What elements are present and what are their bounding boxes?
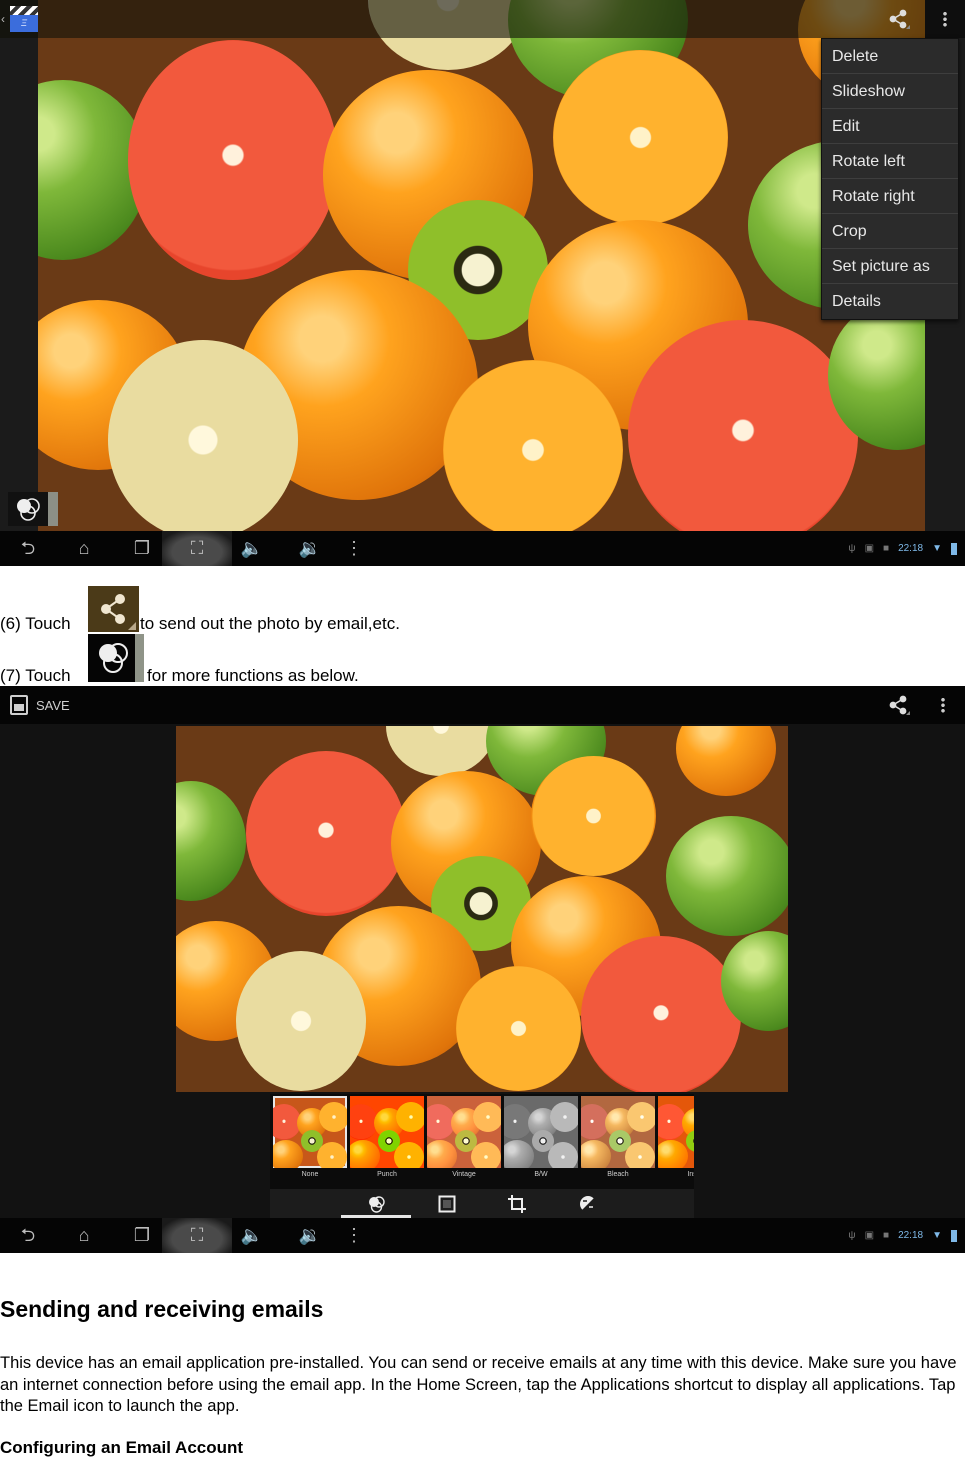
save-label: SAVE [36, 697, 70, 713]
left-margin [0, 38, 38, 531]
filter-effects-icon [17, 498, 40, 521]
filter-insta[interactable]: Insta [658, 1094, 694, 1189]
status-area[interactable]: ψ ▣ ■ 22:18 ▼ [848, 1218, 957, 1253]
battery-icon [951, 1229, 957, 1242]
caption-prefix: (7) Touch [0, 666, 71, 685]
filter-label: Punch [377, 1171, 397, 1178]
caption-step-6: (6) Touch to send out the photo by email… [0, 614, 400, 634]
image-icon: ▣ [864, 1230, 875, 1241]
filter-effects-icon [88, 634, 144, 682]
caption-prefix: (6) Touch [0, 614, 71, 633]
battery-icon [951, 542, 957, 555]
share-icon [88, 586, 139, 632]
usb-icon: ψ [848, 1230, 856, 1241]
back-icon[interactable]: ⮌ [8, 1218, 48, 1253]
volume-up-icon[interactable]: 🔉 [290, 1218, 330, 1253]
filter-thumbnail [350, 1096, 424, 1168]
section-paragraph: This device has an email application pre… [0, 1354, 957, 1415]
fruit-photo[interactable] [38, 0, 925, 531]
caption-text: to send out the photo by email,etc. [140, 614, 400, 633]
wifi-icon: ▼ [932, 543, 942, 554]
filter-label: Insta [687, 1171, 694, 1178]
share-icon[interactable] [884, 8, 914, 30]
menu-icon[interactable]: ⋮ [334, 1218, 374, 1253]
filter-label: B/W [534, 1171, 548, 1178]
status-time: 22:18 [898, 1230, 924, 1241]
share-icon[interactable] [884, 694, 914, 716]
status-time: 22:18 [898, 543, 924, 554]
editor-action-bar: SAVE [0, 686, 965, 724]
recent-apps-icon[interactable]: ❐ [122, 531, 162, 566]
screenshot-icon[interactable]: ⛶ [162, 1218, 232, 1253]
border-frame-icon [438, 1195, 456, 1212]
filter-thumbnail [273, 1096, 347, 1168]
overflow-menu-button[interactable] [925, 686, 961, 724]
overflow-menu-icon [941, 697, 945, 713]
editing-photo[interactable] [176, 726, 788, 1092]
photo-editor-screenshot: SAVE None Punch Vintage B/W Bleach In ⮌ … [0, 686, 965, 1253]
sd-card-icon: ■ [883, 543, 890, 554]
wifi-icon: ▼ [932, 1230, 942, 1241]
recent-apps-icon[interactable]: ❐ [122, 1218, 162, 1253]
crop-icon [508, 1194, 526, 1213]
menu-item-delete[interactable]: Delete [822, 39, 958, 74]
screenshot-icon[interactable]: ⛶ [162, 531, 232, 566]
system-nav-bar: ⮌ ⌂ ❐ ⛶ 🔈 🔉 ⋮ ψ ▣ ■ 22:18 ▼ [0, 1218, 965, 1253]
image-icon: ▣ [864, 543, 875, 554]
filter-thumbnail [504, 1096, 578, 1168]
save-photo-icon [10, 695, 28, 715]
menu-item-set-picture-as[interactable]: Set picture as [822, 249, 958, 284]
overflow-menu: Delete Slideshow Edit Rotate left Rotate… [821, 38, 959, 320]
filter-effects-button[interactable] [8, 492, 58, 526]
up-caret-icon[interactable]: ‹ [1, 12, 5, 26]
section-heading: Sending and receiving emails [0, 1296, 324, 1322]
filters-icon [369, 1195, 385, 1213]
filter-none[interactable]: None [273, 1094, 347, 1189]
menu-icon[interactable]: ⋮ [334, 531, 374, 566]
gallery-clapper-icon[interactable]: Ξ [10, 6, 38, 32]
filter-strip[interactable]: None Punch Vintage B/W Bleach In [270, 1094, 694, 1189]
system-nav-bar: ⮌ ⌂ ❐ ⛶ 🔈 🔉 ⋮ ψ ▣ ■ 22:18 ▼ [0, 531, 965, 566]
exposure-icon [580, 1195, 597, 1212]
volume-down-icon[interactable]: 🔈 [232, 1218, 272, 1253]
tab-exposure[interactable] [553, 1189, 623, 1218]
filter-label: None [301, 1171, 319, 1178]
volume-up-icon[interactable]: 🔉 [290, 531, 330, 566]
home-icon[interactable]: ⌂ [64, 1218, 104, 1253]
overflow-menu-button[interactable] [925, 0, 965, 38]
action-bar: ‹ Ξ [0, 0, 965, 38]
save-button[interactable]: SAVE [10, 694, 70, 716]
usb-icon: ψ [848, 543, 856, 554]
filter-thumbnail [427, 1096, 501, 1168]
menu-item-rotate-left[interactable]: Rotate left [822, 144, 958, 179]
volume-down-icon[interactable]: 🔈 [232, 531, 272, 566]
caption-step-7: (7) Touch for more functions as below. [0, 666, 359, 686]
caption-text: for more functions as below. [147, 666, 359, 685]
tab-border[interactable] [412, 1189, 482, 1218]
menu-item-crop[interactable]: Crop [822, 214, 958, 249]
filter-panel: None Punch Vintage B/W Bleach In [270, 1094, 694, 1218]
filter-thumbnail [581, 1096, 655, 1168]
filter-bleach[interactable]: Bleach [581, 1094, 655, 1189]
menu-item-edit[interactable]: Edit [822, 109, 958, 144]
filter-thumbnail [658, 1096, 694, 1168]
filter-label: Bleach [607, 1171, 629, 1178]
menu-item-details[interactable]: Details [822, 284, 958, 319]
filter-label: Vintage [452, 1171, 476, 1178]
filter-punch[interactable]: Punch [350, 1094, 424, 1189]
menu-item-rotate-right[interactable]: Rotate right [822, 179, 958, 214]
menu-item-slideshow[interactable]: Slideshow [822, 74, 958, 109]
back-icon[interactable]: ⮌ [8, 531, 48, 566]
subsection-heading: Configuring an Email Account [0, 1438, 244, 1457]
filter-bw[interactable]: B/W [504, 1094, 578, 1189]
overflow-menu-icon [943, 11, 947, 27]
sd-card-icon: ■ [883, 1230, 890, 1241]
home-icon[interactable]: ⌂ [64, 531, 104, 566]
tab-crop[interactable] [482, 1189, 552, 1218]
gallery-screenshot-menu: ‹ Ξ Delete Slideshow Edit Rotate left Ro… [0, 0, 965, 566]
status-area[interactable]: ψ ▣ ■ 22:18 ▼ [848, 531, 957, 566]
filter-vintage[interactable]: Vintage [427, 1094, 501, 1189]
editor-tab-bar [270, 1189, 694, 1218]
tab-filters[interactable] [341, 1189, 411, 1218]
